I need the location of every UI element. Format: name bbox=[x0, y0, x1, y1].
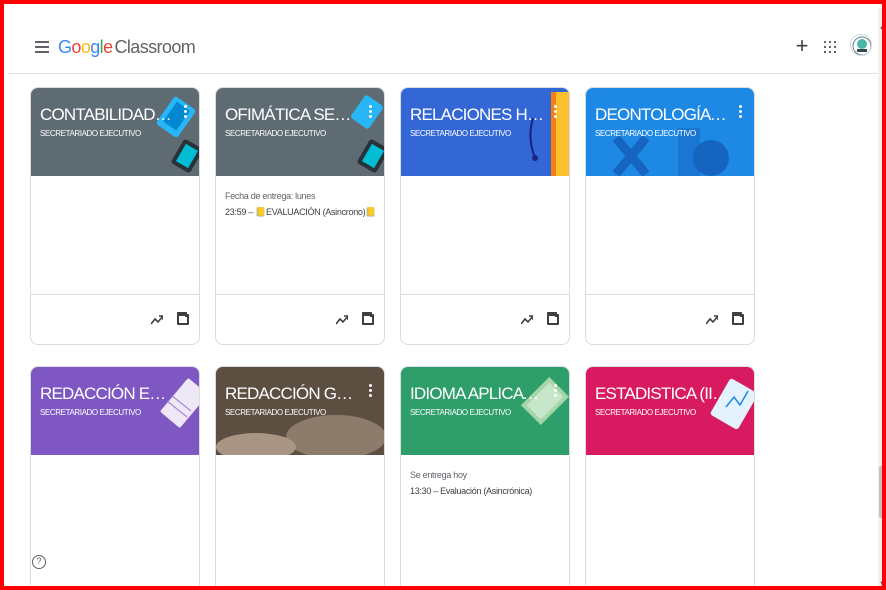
brand-letter: o bbox=[80, 37, 91, 57]
card-header[interactable]: OFIMÁTICA SECRETA... SECRETARIADO EJECUT… bbox=[216, 88, 384, 176]
card-header[interactable]: CONTABILIDAD (IV S... SECRETARIADO EJECU… bbox=[31, 88, 199, 176]
brand-letter: g bbox=[90, 37, 100, 57]
app-logo[interactable]: Google Classroom bbox=[58, 37, 196, 58]
card-footer bbox=[401, 294, 569, 344]
class-card[interactable]: OFIMÁTICA SECRETA... SECRETARIADO EJECUT… bbox=[215, 87, 385, 345]
folder-icon[interactable] bbox=[547, 312, 559, 325]
card-title[interactable]: CONTABILIDAD (IV S... bbox=[40, 105, 175, 125]
more-options-icon[interactable] bbox=[739, 105, 743, 119]
top-bar: Google Classroom + bbox=[8, 8, 878, 74]
card-section: SECRETARIADO EJECUTIVO bbox=[595, 129, 696, 138]
help-icon[interactable]: ? bbox=[32, 555, 46, 569]
app-window: GoogleClassroom + CONTABILIDAD (IV S.. bbox=[0, 0, 886, 590]
class-card[interactable]: REDACCIÓN EMPRES... SECRETARIADO EJECUTI… bbox=[30, 366, 200, 586]
card-section: SECRETARIADO EJECUTIVO bbox=[410, 408, 511, 417]
card-title[interactable]: REDACCIÓN EMPRES... bbox=[40, 384, 175, 404]
more-options-icon[interactable] bbox=[554, 105, 558, 119]
assignment-link[interactable]: 23:59 – 📒EVALUACIÓN (Asincrono)📒 bbox=[225, 204, 377, 220]
brand-letter: e bbox=[103, 37, 113, 57]
class-card[interactable]: ESTADISTICA (II SEM... SECRETARIADO EJEC… bbox=[585, 366, 755, 586]
trending-icon[interactable] bbox=[521, 315, 533, 325]
card-footer bbox=[31, 294, 199, 344]
card-title[interactable]: RELACIONES HUMA... bbox=[410, 105, 545, 125]
card-section: SECRETARIADO EJECUTIVO bbox=[225, 129, 326, 138]
more-options-icon[interactable] bbox=[369, 384, 373, 398]
plus-icon[interactable]: + bbox=[792, 35, 812, 57]
more-options-icon[interactable] bbox=[554, 384, 558, 398]
apps-icon[interactable] bbox=[824, 41, 836, 53]
card-header[interactable]: REDACCIÓN EMPRES... SECRETARIADO EJECUTI… bbox=[31, 367, 199, 455]
card-section: SECRETARIADO EJECUTIVO bbox=[40, 129, 141, 138]
card-title[interactable]: IDIOMA APLICATIVO ... bbox=[410, 384, 545, 404]
trending-icon[interactable] bbox=[151, 315, 163, 325]
folder-icon[interactable] bbox=[732, 312, 744, 325]
brand-letter: o bbox=[71, 37, 81, 57]
card-section: SECRETARIADO EJECUTIVO bbox=[595, 408, 696, 417]
due-label: Se entrega hoy bbox=[410, 470, 467, 480]
vertical-scrollbar[interactable]: ▲ ▼ bbox=[878, 8, 882, 586]
folder-icon[interactable] bbox=[177, 312, 189, 325]
scroll-up-arrow-icon[interactable]: ▲ bbox=[878, 24, 882, 32]
trending-icon[interactable] bbox=[706, 315, 718, 325]
card-header[interactable]: REDACCIÓN GENER... SECRETARIADO EJECUTIV… bbox=[216, 367, 384, 455]
menu-icon[interactable] bbox=[35, 41, 49, 53]
card-title[interactable]: OFIMÁTICA SECRETA... bbox=[225, 105, 360, 125]
card-section: SECRETARIADO EJECUTIVO bbox=[410, 129, 511, 138]
card-header[interactable]: DEONTOLOGÍA SEC... SECRETARIADO EJECUTIV… bbox=[586, 88, 754, 176]
card-header[interactable]: ESTADISTICA (II SEM... SECRETARIADO EJEC… bbox=[586, 367, 754, 455]
more-options-icon[interactable] bbox=[369, 105, 373, 119]
card-title[interactable]: ESTADISTICA (II SEM... bbox=[595, 384, 730, 404]
folder-icon[interactable] bbox=[362, 312, 374, 325]
card-section: SECRETARIADO EJECUTIVO bbox=[225, 408, 326, 417]
class-card[interactable]: DEONTOLOGÍA SEC... SECRETARIADO EJECUTIV… bbox=[585, 87, 755, 345]
scroll-thumb[interactable] bbox=[879, 466, 882, 518]
upcoming-work: Se entrega hoy 13:30 – Evaluación (Asinc… bbox=[410, 467, 562, 499]
card-title[interactable]: REDACCIÓN GENER... bbox=[225, 384, 360, 404]
card-section: SECRETARIADO EJECUTIVO bbox=[40, 408, 141, 417]
class-card[interactable]: CONTABILIDAD (IV S... SECRETARIADO EJECU… bbox=[30, 87, 200, 345]
brand-suffix: Classroom bbox=[114, 37, 196, 57]
assignment-link[interactable]: 13:30 – Evaluación (Asincrónica) bbox=[410, 483, 562, 499]
card-title[interactable]: DEONTOLOGÍA SEC... bbox=[595, 105, 730, 125]
due-label: Fecha de entrega: lunes bbox=[225, 191, 316, 201]
more-options-icon[interactable] bbox=[184, 105, 188, 119]
card-footer bbox=[216, 294, 384, 344]
card-header[interactable]: RELACIONES HUMA... SECRETARIADO EJECUTIV… bbox=[401, 88, 569, 176]
account-avatar[interactable] bbox=[850, 34, 872, 56]
class-card[interactable]: RELACIONES HUMA... SECRETARIADO EJECUTIV… bbox=[400, 87, 570, 345]
class-card[interactable]: REDACCIÓN GENER... SECRETARIADO EJECUTIV… bbox=[215, 366, 385, 586]
trending-icon[interactable] bbox=[336, 315, 348, 325]
class-card[interactable]: IDIOMA APLICATIVO ... SECRETARIADO EJECU… bbox=[400, 366, 570, 586]
card-header[interactable]: IDIOMA APLICATIVO ... SECRETARIADO EJECU… bbox=[401, 367, 569, 455]
scroll-down-arrow-icon[interactable]: ▼ bbox=[878, 580, 882, 586]
card-footer bbox=[586, 294, 754, 344]
brand-letter: G bbox=[58, 37, 72, 57]
upcoming-work: Fecha de entrega: lunes 23:59 – 📒EVALUAC… bbox=[225, 188, 377, 220]
